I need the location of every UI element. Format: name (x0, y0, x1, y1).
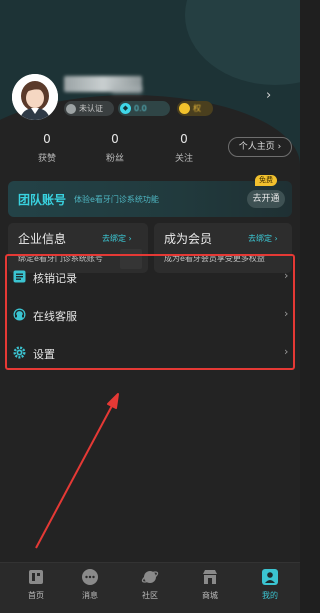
nav-home[interactable]: 首页 (14, 568, 58, 610)
nav-community[interactable]: 社区 (128, 568, 172, 610)
coin-badge-value: 0.0 (134, 104, 147, 113)
chevron-right-icon: › (284, 345, 289, 358)
stat-following[interactable]: 0 关注 (164, 131, 204, 164)
gear-icon (13, 346, 26, 359)
stat-value: 0 (111, 132, 119, 146)
personal-home-button[interactable]: 个人主页 › (228, 137, 292, 157)
stat-value: 0 (180, 132, 188, 146)
home-icon (29, 570, 43, 584)
menu-item-online-service[interactable]: 在线客服 › (7, 296, 293, 334)
nav-messages[interactable]: 消息 (68, 568, 112, 610)
free-tag: 免费 (255, 175, 277, 186)
crown-icon (179, 103, 190, 114)
user-name-blurred-tail (112, 86, 142, 94)
menu-item-settings[interactable]: 设置 › (7, 334, 293, 372)
bind-link[interactable]: 去绑定 › (248, 233, 278, 244)
chevron-right-icon: › (284, 307, 289, 320)
nav-label: 社区 (142, 591, 158, 600)
menu-item-label: 设置 (33, 348, 55, 361)
stat-value: 0 (43, 132, 51, 146)
list-icon (13, 270, 26, 283)
menu-item-label: 在线客服 (33, 310, 77, 323)
coin-icon: ◆ (120, 103, 131, 114)
open-team-button[interactable]: 去开通 (247, 190, 285, 208)
nav-label: 首页 (28, 591, 44, 600)
bottom-navigation: 首页 消息 社区 商城 我的 (0, 562, 300, 613)
profile-icon (262, 569, 278, 585)
menu-item-label: 核销记录 (33, 272, 77, 285)
avatar[interactable] (12, 74, 58, 120)
nav-label: 消息 (82, 591, 98, 600)
card-title: 企业信息 (18, 232, 67, 246)
auth-badge-label: 未认证 (79, 104, 103, 113)
nav-label: 商城 (202, 591, 218, 600)
vip-badge-label: 权 (193, 104, 201, 113)
coin-badge[interactable]: ◆ 0.0 (118, 101, 170, 116)
vip-badge[interactable]: 权 (177, 101, 213, 116)
stat-likes[interactable]: 0 获赞 (27, 131, 67, 164)
stat-label: 获赞 (37, 154, 56, 164)
planet-icon (141, 571, 159, 583)
menu-list: 核销记录 › 在线客服 › 设置 › (5, 254, 295, 370)
chevron-right-icon: › (284, 269, 289, 282)
stat-fans[interactable]: 0 粉丝 (95, 131, 135, 164)
stat-label: 关注 (174, 154, 193, 164)
stat-label: 粉丝 (105, 154, 124, 164)
menu-item-verification-records[interactable]: 核销记录 › (7, 258, 293, 296)
auth-badge[interactable]: 未认证 (64, 101, 114, 116)
nav-mine[interactable]: 我的 (248, 568, 292, 610)
card-title: 成为会员 (164, 232, 213, 246)
bind-link[interactable]: 去绑定 › (102, 233, 132, 244)
nav-label: 我的 (262, 591, 278, 600)
auth-icon (66, 103, 76, 114)
nav-store[interactable]: 商城 (188, 568, 232, 610)
chevron-right-icon[interactable]: › (266, 88, 271, 103)
team-account-title: 团队账号 (18, 193, 67, 207)
headset-icon (13, 308, 26, 321)
team-account-subtitle: 体验e看牙门诊系统功能 (74, 195, 159, 204)
store-icon (203, 570, 217, 584)
avatar-image (12, 74, 58, 120)
profile-screen: 未认证 ◆ 0.0 权 › 0 获赞 0 粉丝 0 关注 个人主页 › 团队账号… (0, 0, 300, 613)
chat-icon (82, 569, 98, 585)
